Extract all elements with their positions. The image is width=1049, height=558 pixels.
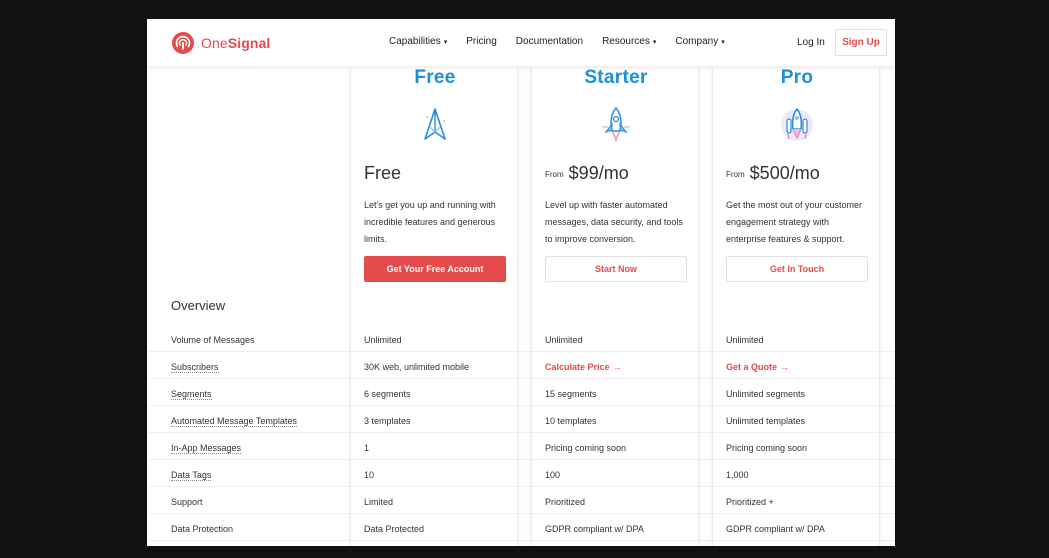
chevron-down-icon: ▾ [652,39,657,46]
nav-label: Capabilities [389,36,441,47]
starter-value: Pricing coming soon [545,443,627,453]
signup-button[interactable]: Sign Up [835,29,887,56]
price-from-label: From [545,170,564,179]
price-from-label: From [726,170,745,179]
price-value: Free [364,163,402,183]
table-row: Subscribers 30K web, unlimited mobile Ca… [147,352,895,379]
row-label: Volume of Messages [171,335,255,345]
logo-text-signal: Signal [227,35,271,51]
arrow-right-icon: → [612,362,622,372]
start-now-button[interactable]: Start Now [545,256,687,282]
pro-value: Unlimited [726,335,764,345]
table-row: Automated Message Templates 3 templates … [147,406,895,433]
free-value: 3 templates [364,416,411,426]
pro-value: Pricing coming soon [726,443,808,453]
row-label[interactable]: Subscribers [171,362,219,373]
free-value: 10 [364,470,375,480]
logo-text-one: One [201,35,228,51]
plan-description: Level up with faster automated messages,… [545,200,683,244]
paper-plane-icon [424,108,446,140]
space-shuttle-icon [781,107,813,141]
free-value: 1 [364,443,370,453]
overview-heading: Overview [171,298,226,313]
nav-label: Company [675,36,719,47]
row-label: Data Protection [171,524,234,534]
pro-value: Unlimited segments [726,389,806,399]
pro-value: Prioritized + [726,497,774,507]
pro-value: Unlimited templates [726,416,806,426]
arrow-right-icon: → [780,362,790,372]
plan-name: Pro [780,67,814,88]
free-value: Unlimited [364,335,402,345]
nav-label: Documentation [515,36,584,47]
plan-price: Free [364,163,401,184]
top-navbar: OneSignal Capabilities ▾ Pricing Document… [147,19,895,67]
free-value: 30K web, unlimited mobile [364,362,470,372]
table-row: Support Limited Prioritized Prioritized … [147,487,895,514]
plan-price: From $99/mo [545,163,629,184]
plan-price: From $500/mo [726,163,820,184]
row-label: Support [171,497,203,507]
chevron-down-icon: ▾ [443,39,448,46]
free-value: Limited [364,497,394,507]
row-label[interactable]: In-App Messages [171,443,242,454]
price-value: $99/mo [568,163,629,183]
table-row: Data Protection Data Protected GDPR comp… [147,514,895,541]
starter-value: GDPR compliant w/ DPA [545,524,644,534]
starter-value: Unlimited [545,335,583,345]
table-row: Segments 6 segments 15 segments Unlimite… [147,379,895,406]
get-free-account-button[interactable]: Get Your Free Account [364,256,506,282]
nav-documentation[interactable]: Documentation [516,36,583,47]
table-row: In-App Messages 1 Pricing coming soon Pr… [147,433,895,460]
pro-value: 1,000 [726,470,749,480]
price-value: $500/mo [749,163,820,183]
nav-label: Pricing [466,36,497,47]
link-label: Calculate Price [545,362,610,372]
nav-capabilities[interactable]: Capabilities ▾ [389,36,447,47]
plan-description: Get the most out of your customer engage… [726,200,863,244]
onesignal-logo[interactable]: OneSignal [171,31,270,55]
pro-value: GDPR compliant w/ DPA [726,524,825,534]
rocket-icon [602,106,630,142]
logo-wordmark: OneSignal [201,35,270,51]
main-nav: Capabilities ▾ Pricing Documentation Reso… [389,36,744,47]
nav-pricing[interactable]: Pricing [466,36,497,47]
pricing-page: Free Free Let's get you up and running w… [147,19,895,546]
link-label: Get a Quote [726,362,778,372]
nav-company[interactable]: Company ▾ [675,36,724,47]
starter-value: Prioritized [545,497,586,507]
row-label[interactable]: Data Tags [171,470,212,481]
plan-name: Starter [584,67,648,88]
chevron-down-icon: ▾ [721,39,725,46]
calculate-price-link[interactable]: Calculate Price → [545,362,622,372]
get-in-touch-button[interactable]: Get In Touch [726,256,868,282]
onesignal-logo-icon [172,32,194,54]
table-row: Data Tags 10 100 1,000 [147,460,895,487]
nav-label: Resources [602,36,650,47]
login-link[interactable]: Log In [797,37,825,48]
starter-value: 15 segments [545,389,597,399]
plan-name: Free [414,67,456,88]
starter-value: 100 [545,470,561,480]
table-row: Volume of Messages Unlimited Unlimited U… [147,325,895,352]
starter-value: 10 templates [545,416,597,426]
free-value: 6 segments [364,389,411,399]
plan-description: Let's get you up and running with incred… [364,200,496,244]
row-label[interactable]: Automated Message Templates [171,416,297,427]
get-a-quote-link[interactable]: Get a Quote → [726,362,789,372]
row-label[interactable]: Segments [171,389,212,400]
free-value: Data Protected [364,524,425,534]
nav-resources[interactable]: Resources ▾ [602,36,656,47]
